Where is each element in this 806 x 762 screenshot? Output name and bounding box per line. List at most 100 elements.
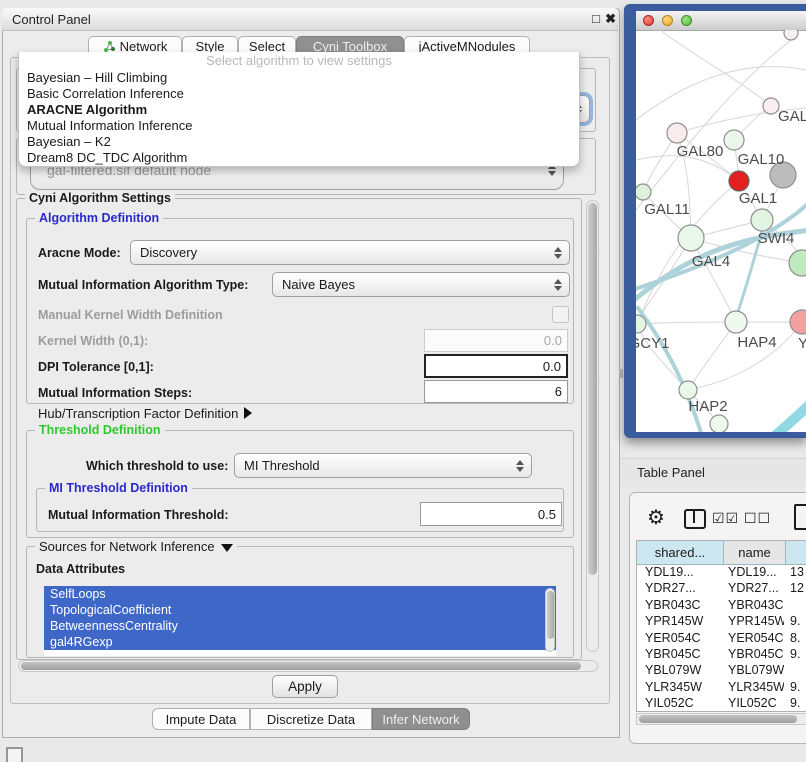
attributes-scrollbar-thumb[interactable] [547, 591, 554, 639]
table-cell: YER054C [728, 631, 784, 645]
kernel-width-label: Kernel Width (0,1): [38, 334, 148, 348]
bottom-tab-discretize-data[interactable]: Discretize Data [250, 708, 372, 730]
dpi-tolerance-field[interactable]: 0.0 [424, 354, 568, 378]
network-node[interactable] [790, 310, 806, 334]
aracne-mode-label: Aracne Mode: [38, 246, 121, 260]
sources-group-title[interactable]: Sources for Network Inference [35, 539, 237, 554]
float-window-icon[interactable]: □ [592, 11, 600, 26]
algorithm-option[interactable]: Basic Correlation Inference [19, 86, 579, 102]
sheet-icon[interactable] [794, 504, 806, 530]
table-cell: YDL19... [645, 565, 721, 579]
aracne-mode-combobox[interactable]: Discovery [130, 240, 570, 265]
network-node-label: GAL10 [738, 151, 785, 168]
settings-hscrollbar-thumb[interactable] [21, 662, 581, 670]
mi-steps-label: Mutual Information Steps: [38, 386, 192, 400]
network-node[interactable] [725, 311, 747, 333]
table-cell: YPR145W [645, 614, 721, 628]
attribute-item[interactable]: TopologicalCoefficient [44, 602, 556, 618]
attribute-item[interactable]: BetweennessCentrality [44, 618, 556, 634]
network-edge[interactable] [688, 322, 802, 390]
gear-icon[interactable]: ⚙ [647, 505, 665, 530]
hub-definition-expander[interactable]: Hub/Transcription Factor Definition [38, 406, 252, 421]
network-canvas[interactable]: GALGAL80GAL10GAL1GAL11SWI4GAL4GCY1HAP4YH… [636, 30, 806, 432]
network-node[interactable] [678, 225, 704, 251]
settings-scrollbar-thumb[interactable] [588, 203, 597, 575]
manual-kernel-checkbox[interactable] [552, 306, 569, 323]
minimized-window-icon[interactable] [6, 747, 23, 762]
table-row[interactable]: YER054CYER054C8. [637, 631, 806, 647]
algorithm-option[interactable]: Bayesian – K2 [19, 134, 579, 150]
table-cell: YDR27... [728, 581, 784, 595]
table-cell: YBL079W [728, 663, 784, 677]
network-node[interactable] [679, 381, 697, 399]
minimize-traffic-light[interactable] [662, 15, 673, 26]
mi-steps-field[interactable]: 6 [424, 380, 568, 403]
table-panel-title: Table Panel [637, 465, 705, 480]
mi-type-combobox[interactable]: Naive Bayes [272, 272, 570, 297]
network-node[interactable] [784, 30, 798, 40]
table-cell: YIL052C [645, 696, 721, 710]
network-edge[interactable] [688, 322, 736, 390]
attribute-item[interactable]: SelfLoops [44, 586, 556, 602]
table-cell: YLR345W [728, 680, 784, 694]
network-node[interactable] [636, 184, 651, 200]
network-edge[interactable] [637, 322, 736, 324]
table-hscrollbar-thumb[interactable] [639, 715, 797, 723]
table-row[interactable]: YDR27...YDR27...12 [637, 581, 806, 597]
table-cell: YBR043C [645, 598, 721, 612]
control-panel-title: Control Panel [12, 12, 91, 27]
table-cell: YPR145W [728, 614, 784, 628]
column-header-2[interactable]: name [724, 541, 786, 565]
network-node[interactable] [789, 250, 806, 276]
unchecked-columns-icon[interactable]: ☐☐ [744, 510, 771, 527]
hub-definition-label: Hub/Transcription Factor Definition [38, 406, 238, 421]
panel-splitter-handle[interactable] [619, 369, 623, 378]
sources-title-text: Sources for Network Inference [39, 539, 215, 554]
table-row[interactable]: YBR043C YBR043C [637, 598, 806, 614]
column-header-3[interactable]: A [786, 541, 806, 565]
table-cell: YLR345W [645, 680, 721, 694]
table-row[interactable]: YLR345WYLR345W9. [637, 680, 806, 696]
close-traffic-light[interactable] [643, 15, 654, 26]
control-panel-titlebar[interactable] [2, 8, 618, 31]
network-edge-thick[interactable] [756, 402, 806, 432]
network-node[interactable] [667, 123, 687, 143]
network-node-label: GAL11 [644, 201, 690, 218]
algorithm-option[interactable]: ARACNE Algorithm [19, 102, 579, 118]
algorithm-option[interactable]: Bayesian – Hill Climbing [19, 70, 579, 86]
network-node-label: GCY1 [636, 335, 669, 352]
network-node[interactable] [729, 171, 749, 191]
network-node-label: HAP2 [688, 398, 727, 415]
algorithm-option[interactable]: Mutual Information Inference [19, 118, 579, 134]
kernel-width-field[interactable]: 0.0 [424, 329, 568, 352]
network-node-label: HAP4 [737, 334, 776, 351]
table-row[interactable]: YIL052CYIL052C9. [637, 696, 806, 712]
checked-columns-icon[interactable]: ☑☑ [712, 510, 739, 527]
network-node-label: GAL1 [739, 190, 777, 207]
close-window-icon[interactable]: ✖ [605, 11, 616, 27]
mi-threshold-field[interactable]: 0.5 [420, 502, 562, 526]
table-cell: YBR043C [728, 598, 784, 612]
which-threshold-label: Which threshold to use: [86, 459, 228, 473]
split-columns-icon[interactable] [684, 509, 706, 529]
which-threshold-combobox[interactable]: MI Threshold [234, 453, 532, 478]
column-header-1[interactable]: shared... [637, 541, 724, 565]
network-node[interactable] [710, 415, 728, 432]
table-row[interactable]: YBL079WYBL079W [637, 663, 806, 679]
table-cell: YBR045C [728, 647, 784, 661]
attribute-item[interactable]: gal4RGexp [44, 634, 556, 650]
dpi-tolerance-label: DPI Tolerance [0,1]: [38, 360, 154, 374]
bottom-tab-infer-network[interactable]: Infer Network [372, 708, 470, 730]
network-node[interactable] [763, 98, 779, 114]
network-node[interactable] [751, 209, 773, 231]
table-row[interactable]: YDL19...YDL19...13 [637, 565, 806, 581]
bottom-tab-impute-data[interactable]: Impute Data [152, 708, 250, 730]
zoom-traffic-light[interactable] [681, 15, 692, 26]
apply-button[interactable]: Apply [272, 675, 338, 698]
expander-expanded-icon [221, 544, 233, 552]
algorithm-option[interactable]: Dream8 DC_TDC Algorithm [19, 150, 579, 166]
table-row[interactable]: YBR045CYBR045C9. [637, 647, 806, 663]
network-node[interactable] [724, 130, 744, 150]
which-threshold-value: MI Threshold [244, 458, 320, 473]
table-row[interactable]: YPR145WYPR145W9. [637, 614, 806, 630]
